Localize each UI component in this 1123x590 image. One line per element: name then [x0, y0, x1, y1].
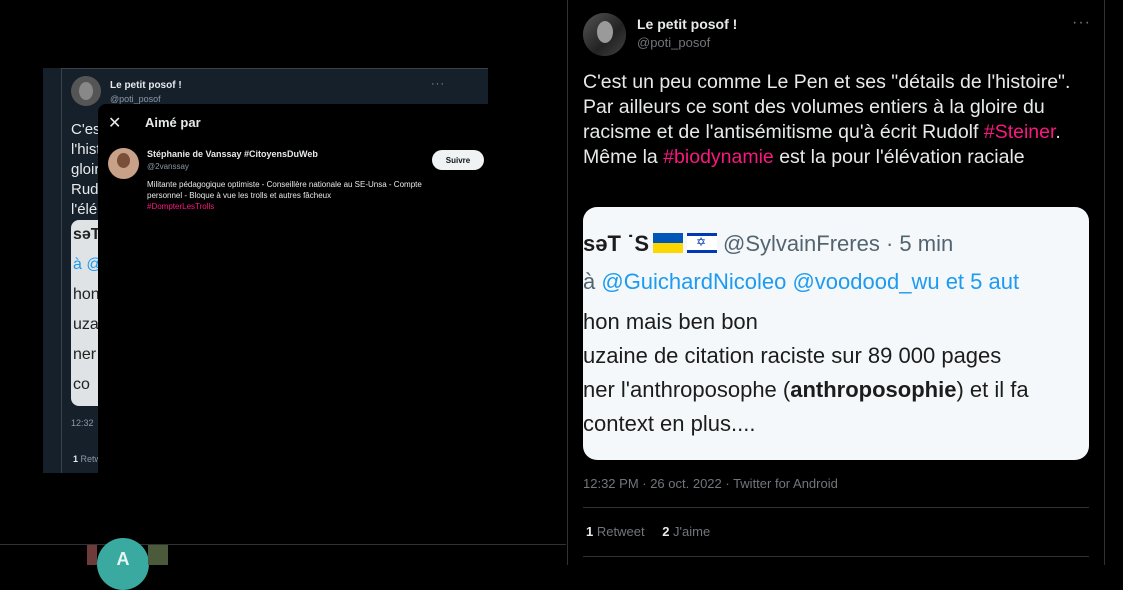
israel-flag-icon: [687, 233, 718, 253]
media-text: ) et il fa: [956, 377, 1029, 402]
divider: [583, 507, 1089, 508]
divider: [61, 68, 488, 69]
user-name[interactable]: Stéphanie de Vanssay #CitoyensDuWeb: [147, 149, 318, 159]
divider: [583, 556, 1089, 557]
author-name[interactable]: Le petit posof !: [110, 80, 182, 91]
divider: [0, 544, 566, 545]
author-handle[interactable]: @poti_posof: [110, 94, 161, 104]
follow-button[interactable]: Suivre: [432, 150, 484, 170]
more-icon[interactable]: ···: [431, 78, 445, 90]
likes-stat[interactable]: 2 J'aime: [662, 524, 710, 539]
bio-text: Militante pédagogique optimiste - Consei…: [147, 180, 422, 200]
media-line: ner l'anthroposophe (anthroposophie) et …: [583, 377, 1029, 403]
retweet-count: 1: [73, 454, 79, 464]
retweet-label: Retweet: [596, 524, 645, 539]
media-text: anthroposophie: [790, 377, 957, 402]
retweet-stat[interactable]: 1 Retw: [73, 454, 101, 464]
retweets-stat[interactable]: 1 Retweet: [586, 524, 645, 539]
more-icon[interactable]: ···: [1072, 14, 1091, 32]
media-text: @SylvainFreres · 5 min: [723, 231, 954, 256]
ukraine-flag-icon: [653, 233, 684, 253]
avatar[interactable]: [71, 76, 101, 106]
thumbnail: [87, 545, 97, 565]
mention-link: et 5 aut: [939, 269, 1020, 294]
modal-title: Aimé par: [145, 115, 201, 130]
user-handle[interactable]: @2vanssay: [147, 162, 189, 171]
media-text: à: [583, 269, 602, 294]
media-text: ner l'anthroposophe (: [583, 377, 791, 402]
tweet-stats: 1 Retweet 2 J'aime: [586, 524, 724, 539]
avatar[interactable]: [108, 148, 139, 179]
media-line: uzaine de citation raciste sur 89 000 pa…: [583, 343, 1002, 368]
tweet: Le petit posof ! @poti_posof ··· C'est u…: [568, 0, 1104, 565]
media-line: səT ˙S @SylvainFreres · 5 min: [583, 231, 953, 257]
avatar[interactable]: A: [97, 538, 149, 590]
mention-link: @voodood_wu: [792, 269, 940, 294]
retweet-count: 1: [586, 524, 594, 539]
bio-hashtag[interactable]: #DompterLesTrolls: [147, 202, 214, 211]
author-name[interactable]: Le petit posof !: [637, 16, 737, 32]
close-icon[interactable]: ✕: [108, 113, 121, 133]
author-handle[interactable]: @poti_posof: [637, 35, 710, 50]
tweet-metadata[interactable]: 12:32 PM · 26 oct. 2022 · Twitter for An…: [583, 476, 838, 491]
media-line: à @GuichardNicoleo @voodood_wu et 5 aut: [583, 269, 1019, 295]
avatar[interactable]: [583, 13, 626, 56]
thumbnail: [148, 545, 168, 565]
timestamp: 12:32: [71, 418, 94, 428]
like-label: J'aime: [673, 524, 711, 539]
media-line: context en plus....: [583, 411, 756, 436]
media-image[interactable]: səT ˙S @SylvainFreres · 5 min à @Guichard…: [583, 207, 1089, 460]
mention-link: @GuichardNicoleo: [601, 269, 787, 294]
text-segment: est la pour l'élévation raciale: [773, 146, 1025, 168]
hashtag-link[interactable]: #Steiner: [984, 121, 1056, 143]
media-text: səT ˙S: [583, 231, 650, 256]
hashtag-link[interactable]: #biodynamie: [663, 146, 774, 168]
divider: [61, 68, 62, 473]
tweet-text: C'est un peu comme Le Pen et ses "détail…: [583, 70, 1093, 170]
user-bio: Militante pédagogique optimiste - Consei…: [147, 179, 437, 212]
divider: [1104, 0, 1105, 565]
like-count: 2: [662, 524, 670, 539]
media-line: hon mais ben bon: [583, 309, 758, 334]
liked-by-modal: ✕ Aimé par Stéphanie de Vanssay #Citoyen…: [98, 104, 488, 473]
